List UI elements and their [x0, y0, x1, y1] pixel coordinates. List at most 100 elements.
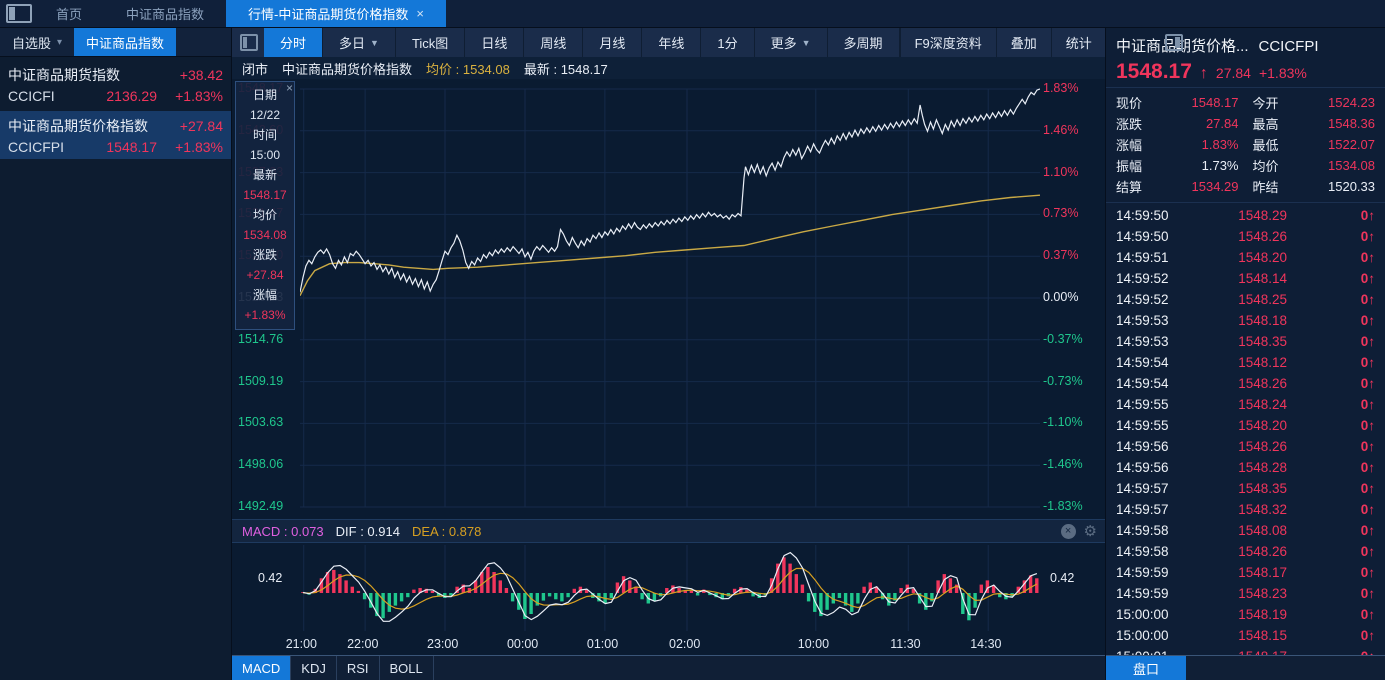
tick-row[interactable]: 14:59:55 1548.20 0↑: [1116, 415, 1375, 436]
tick-volume: 0↑: [1360, 607, 1375, 622]
y-axis-pct-label: 0.37%: [1043, 248, 1079, 263]
macd-bar-up: [899, 588, 903, 593]
stat-value: 1520.33: [1328, 179, 1375, 194]
tab-close-icon[interactable]: ×: [416, 6, 424, 21]
tick-row[interactable]: 15:00:00 1548.15 0↑: [1116, 625, 1375, 646]
toolbar-button-label: 更多: [770, 36, 797, 51]
tick-row[interactable]: 14:59:50 1548.29 0↑: [1116, 205, 1375, 226]
toolbar-button-统计[interactable]: 统计: [1050, 28, 1106, 57]
tick-row[interactable]: 14:59:51 1548.20 0↑: [1116, 247, 1375, 268]
tick-row[interactable]: 14:59:53 1548.18 0↑: [1116, 310, 1375, 331]
tick-row[interactable]: 14:59:52 1548.14 0↑: [1116, 268, 1375, 289]
stat-value: 1534.29: [1191, 179, 1239, 194]
tick-price: 1548.32: [1238, 502, 1287, 517]
tick-row[interactable]: 14:59:57 1548.32 0↑: [1116, 499, 1375, 520]
tooltip-close-icon[interactable]: ×: [286, 82, 293, 94]
toolbar-button-分时[interactable]: 分时: [264, 28, 324, 57]
window-tab-1[interactable]: 中证商品指数: [104, 0, 226, 27]
indicator-tab-KDJ[interactable]: KDJ: [291, 656, 337, 680]
watchlist-panel: 自选股 ▾ 中证商品指数 中证商品期货指数 +38.42 CCICFI 2136…: [0, 28, 232, 680]
indicator-tab-BOLL[interactable]: BOLL: [380, 656, 434, 680]
toolbar-button-月线[interactable]: 月线: [583, 28, 643, 57]
tick-row[interactable]: 15:00:011548.170↑: [1116, 646, 1375, 655]
tick-time: 14:59:53: [1116, 334, 1169, 349]
tick-row[interactable]: 14:59:54 1548.26 0↑: [1116, 373, 1375, 394]
instrument-price: 1548.17: [106, 139, 157, 155]
tick-price: 1548.26: [1238, 544, 1287, 559]
tick-row[interactable]: 14:59:50 1548.26 0↑: [1116, 226, 1375, 247]
tooltip-label: 涨幅: [252, 288, 277, 302]
tick-price: 1548.28: [1238, 460, 1287, 475]
tick-row[interactable]: 14:59:55 1548.24 0↑: [1116, 394, 1375, 415]
toolbar-button-更多[interactable]: 更多 ▼: [755, 28, 828, 57]
tick-row[interactable]: 14:59:54 1548.12 0↑: [1116, 352, 1375, 373]
tick-price: 1548.25: [1238, 292, 1287, 307]
tooltip-label: 均价: [252, 208, 277, 222]
toolbar-button-多日[interactable]: 多日 ▼: [323, 28, 396, 57]
tab-order-book[interactable]: 盘口: [1106, 656, 1186, 680]
time-tick-label: 21:00: [285, 637, 317, 651]
tick-time: 14:59:58: [1116, 544, 1169, 559]
tick-trade-list[interactable]: 14:59:50 1548.29 0↑ 14:59:50 1548.26 0↑ 14:59:…: [1106, 203, 1385, 655]
tick-price: 1548.20: [1238, 250, 1287, 265]
toolbar-button-日线[interactable]: 日线: [465, 28, 525, 57]
indicator-settings-gear-icon[interactable]: ⚙: [1084, 522, 1097, 540]
tick-volume: 0↑: [1360, 418, 1375, 433]
tick-row[interactable]: 14:59:56 1548.26 0↑: [1116, 436, 1375, 457]
macd-scale-left: 0.42: [258, 571, 283, 585]
tick-volume: 0↑: [1360, 271, 1375, 286]
toolbar-button-Tick图[interactable]: Tick图: [396, 28, 466, 57]
watchlist-tab-active[interactable]: 中证商品指数: [74, 28, 177, 56]
macd-bar-up: [942, 574, 946, 593]
macd-chart[interactable]: 0.42 0.42: [232, 543, 1105, 635]
collapse-quote-panel-icon[interactable]: [1164, 34, 1183, 51]
tick-price: 1548.18: [1238, 313, 1287, 328]
window-tab-2[interactable]: 行情-中证商品期货价格指数 ×: [226, 0, 446, 27]
toolbar-button-多周期[interactable]: 多周期: [828, 28, 900, 57]
toolbar-button-label: 月线: [599, 36, 626, 51]
indicator-tab-MACD[interactable]: MACD: [232, 656, 292, 680]
toolbar-button-叠加[interactable]: 叠加: [995, 28, 1051, 57]
intraday-chart[interactable]: × 日期 12/22 时间 15:00 最新 1548.17 均价 1534.08 涨跌 +27.…: [232, 79, 1105, 519]
tick-time: 14:59:59: [1116, 586, 1169, 601]
tick-volume: 0↑: [1360, 334, 1375, 349]
price-chart-svg: [300, 88, 1040, 508]
tick-time: 14:59:55: [1116, 418, 1169, 433]
chevron-down-icon: ▼: [370, 37, 379, 48]
toolbar-button-label: F9深度资料: [914, 36, 982, 51]
window-tabs: 首页 中证商品指数 行情-中证商品期货价格指数 ×: [34, 0, 446, 27]
tick-time: 14:59:57: [1116, 481, 1169, 496]
quote-stat-row: 涨跌 27.84 最高 1548.36: [1116, 113, 1375, 134]
watchlist-item-ccicfpi[interactable]: 中证商品期货价格指数 +27.84 CCICFPI 1548.17 +1.83%: [0, 111, 231, 159]
watchlist-item-ccicfi[interactable]: 中证商品期货指数 +38.42 CCICFI 2136.29 +1.83%: [0, 60, 231, 108]
macd-bar-down: [541, 593, 546, 601]
tick-row[interactable]: 14:59:58 1548.08 0↑: [1116, 520, 1375, 541]
tick-row[interactable]: 14:59:58 1548.26 0↑: [1116, 541, 1375, 562]
tick-row[interactable]: 14:59:59 1548.17 0↑: [1116, 562, 1375, 583]
toolbar-button-label: 叠加: [1010, 36, 1037, 51]
toolbar-button-F9深度资料[interactable]: F9深度资料: [899, 28, 996, 57]
tick-row[interactable]: 14:59:53 1548.35 0↑: [1116, 331, 1375, 352]
window-tab-0[interactable]: 首页: [34, 0, 104, 27]
indicator-tab-bar: MACD KDJ RSI BOLL: [232, 655, 1105, 680]
tick-row[interactable]: 14:59:56 1548.28 0↑: [1116, 457, 1375, 478]
indicator-close-icon[interactable]: ×: [1060, 523, 1076, 539]
trading-app-window: 首页 中证商品指数 行情-中证商品期货价格指数 × 自选股 ▾ 中证商品指数 中证商品…: [0, 0, 1385, 680]
tick-row[interactable]: 14:59:59 1548.23 0↑: [1116, 583, 1375, 604]
toolbar-button-1分[interactable]: 1分: [701, 28, 755, 57]
stat-value: 27.84: [1205, 116, 1239, 131]
instrument-code: CCICFPI: [8, 139, 64, 155]
collapse-sidebar-icon[interactable]: [240, 34, 258, 51]
watchlist-group-dropdown[interactable]: 自选股 ▾: [0, 28, 74, 56]
toolbar-button-年线[interactable]: 年线: [642, 28, 702, 57]
tick-row[interactable]: 14:59:52 1548.25 0↑: [1116, 289, 1375, 310]
toolbar-button-周线[interactable]: 周线: [524, 28, 584, 57]
instrument-name: 中证商品期货指数: [8, 67, 120, 83]
time-tick-label: 10:00: [797, 637, 830, 651]
tick-row[interactable]: 15:00:00 1548.19 0↑: [1116, 604, 1375, 625]
tooltip-label: 涨跌: [252, 248, 277, 262]
indicator-tab-RSI[interactable]: RSI: [337, 656, 380, 680]
y-axis-pct-label: 0.73%: [1043, 206, 1079, 221]
tick-row[interactable]: 14:59:57 1548.35 0↑: [1116, 478, 1375, 499]
app-sidebar-toggle-icon[interactable]: [6, 4, 32, 23]
